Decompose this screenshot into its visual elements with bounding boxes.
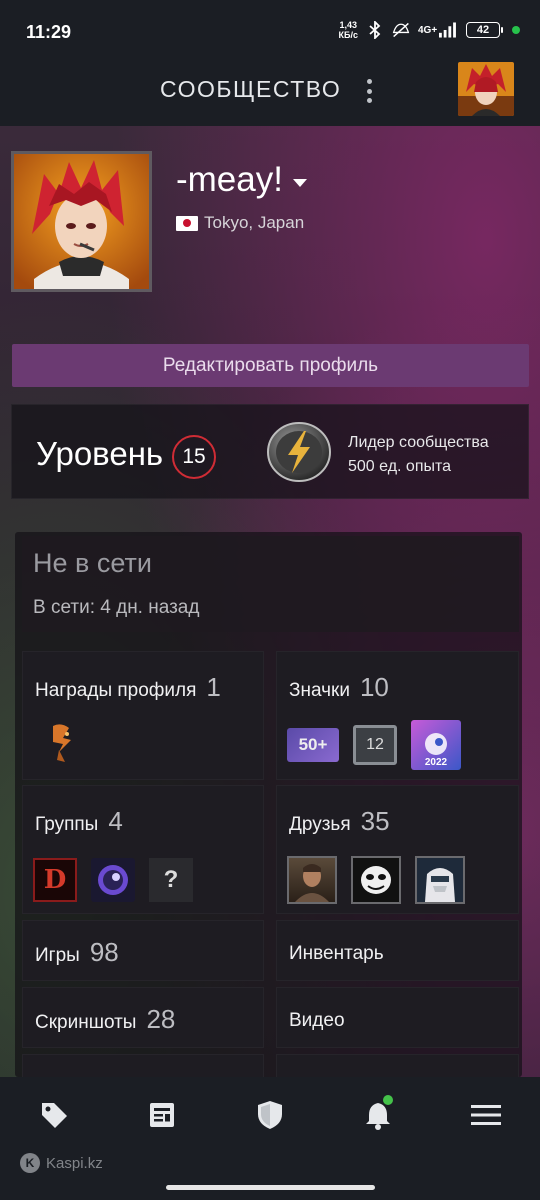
clock: 11:29: [26, 22, 72, 42]
kaspi-watermark: K Kaspi.kz: [20, 1153, 103, 1173]
edit-profile-button[interactable]: Редактировать профиль: [12, 344, 529, 387]
tile-games-count: 98: [89, 937, 119, 967]
battery-icon: 42: [466, 22, 503, 38]
tile-video[interactable]: Видео: [276, 987, 519, 1048]
header-avatar[interactable]: [458, 62, 514, 116]
notification-dot: [383, 1095, 393, 1105]
tile-games[interactable]: Игры 98: [22, 920, 264, 981]
tile-badges-label: Значки: [289, 680, 350, 701]
kebab-menu-icon[interactable]: [362, 76, 376, 106]
chevron-down-icon[interactable]: [292, 179, 307, 187]
level-label: Уровень: [36, 435, 164, 472]
friend-avatar[interactable]: [351, 856, 401, 904]
profile-location: Tokyo, Japan: [176, 213, 304, 233]
tile-screenshots-count: 28: [146, 1004, 176, 1034]
group-steam-icon[interactable]: [91, 858, 135, 902]
hamburger-menu-icon[interactable]: [468, 1099, 504, 1131]
group-unknown-icon[interactable]: ?: [149, 858, 193, 902]
tile-next-row: [276, 1054, 519, 1078]
online-status: Не в сети: [33, 548, 152, 578]
news-icon[interactable]: [144, 1099, 180, 1131]
net-speed: 1,43 КБ/с: [338, 20, 358, 40]
tile-friends-label: Друзья: [289, 814, 351, 835]
badge-steam-2022-icon[interactable]: 2022: [411, 720, 461, 770]
active-dot: [512, 26, 520, 34]
app-header: СООБЩЕСТВО: [0, 62, 540, 126]
level-value: 15: [172, 435, 216, 479]
bell-icon[interactable]: [360, 1095, 396, 1131]
tile-friends-count: 35: [360, 806, 390, 836]
tile-screenshots[interactable]: Скриншоты 28: [22, 987, 264, 1048]
status-icons: 1,43 КБ/с 4G+ 42: [339, 20, 520, 40]
tile-screenshots-label: Скриншоты: [35, 1012, 137, 1033]
bluetooth-icon: [366, 21, 384, 39]
tile-groups-label: Группы: [35, 814, 99, 835]
shield-icon[interactable]: [252, 1099, 288, 1131]
tile-next-row: [22, 1054, 264, 1078]
tag-icon[interactable]: [36, 1099, 72, 1131]
level-panel[interactable]: Уровень 15 Лидер сообщества 500 ед. опыт…: [11, 404, 529, 499]
tile-groups-count: 4: [108, 806, 123, 836]
profile-avatar[interactable]: [11, 151, 152, 292]
tile-friends[interactable]: Друзья 35: [276, 785, 519, 914]
tile-badges[interactable]: Значки 10 50+ 12 2022: [276, 651, 519, 780]
award-icon: [47, 722, 77, 769]
tile-badges-count: 10: [359, 672, 389, 702]
tile-awards-label: Награды профиля: [35, 680, 197, 701]
status-bar: 11:29 1,43 КБ/с 4G+ 42: [0, 0, 540, 62]
group-diablo-icon[interactable]: D: [33, 858, 77, 902]
level-badge-text: Лидер сообщества 500 ед. опыта: [348, 434, 489, 475]
tile-inventory-label: Инвентарь: [289, 943, 384, 964]
badge-calendar-icon[interactable]: 12: [353, 725, 397, 765]
signal-icon: 4G+: [418, 21, 458, 39]
username[interactable]: -meay!: [176, 160, 307, 200]
friend-avatar[interactable]: [415, 856, 465, 904]
home-gesture-bar[interactable]: [166, 1185, 375, 1190]
kaspi-logo-icon: K: [20, 1153, 40, 1173]
last-online: В сети: 4 дн. назад: [33, 597, 200, 618]
mute-icon: [392, 21, 410, 39]
community-leader-badge-icon: [266, 421, 332, 483]
tile-awards-count: 1: [206, 672, 221, 702]
friend-avatar[interactable]: [287, 856, 337, 904]
bottom-navigation: [0, 1077, 540, 1152]
tile-video-label: Видео: [289, 1010, 345, 1031]
japan-flag-icon: [176, 215, 198, 231]
tile-groups[interactable]: Группы 4 D ?: [22, 785, 264, 914]
tile-awards[interactable]: Награды профиля 1: [22, 651, 264, 780]
tile-games-label: Игры: [35, 945, 80, 966]
tile-inventory[interactable]: Инвентарь: [276, 920, 519, 981]
badge-50-years-icon[interactable]: 50+: [287, 728, 339, 762]
page-title: СООБЩЕСТВО: [160, 76, 342, 102]
